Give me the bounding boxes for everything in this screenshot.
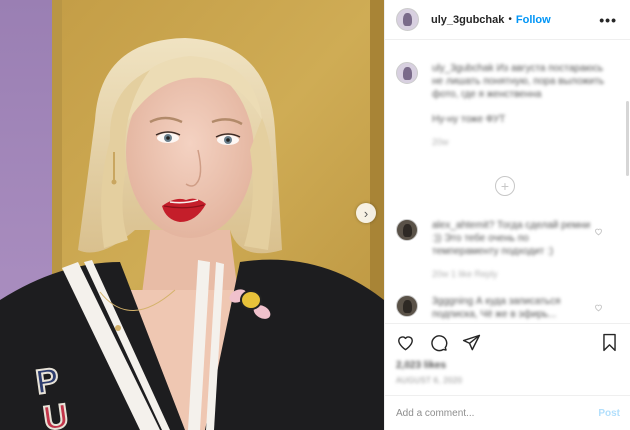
post-comment-button[interactable]: Post bbox=[598, 408, 620, 419]
comment-icon[interactable] bbox=[429, 333, 448, 352]
add-circle-icon: + bbox=[500, 178, 510, 194]
commenter-avatar[interactable] bbox=[396, 295, 418, 317]
comment-meta: 20w 1 like Reply bbox=[432, 269, 498, 279]
post-side-panel: uly_3gubchak • Follow ••• uly_3gubchak И… bbox=[384, 0, 630, 430]
comment-input[interactable] bbox=[396, 408, 586, 419]
follow-button[interactable]: Follow bbox=[516, 14, 551, 26]
comment-text: 3gggning А куда записаться подписка, Чё … bbox=[432, 296, 561, 320]
posted-date: AUGUST 6, 2020 bbox=[396, 376, 463, 385]
likes-count[interactable]: 2,023 likes bbox=[396, 360, 446, 371]
caption-text: uly_3gubchak Из августа постараюсь не ли… bbox=[432, 63, 605, 100]
more-options-icon[interactable]: ••• bbox=[599, 12, 617, 28]
post-actions: 2,023 likes AUGUST 6, 2020 Post bbox=[385, 323, 630, 430]
commenter-avatar[interactable] bbox=[396, 219, 418, 241]
chevron-right-icon: › bbox=[363, 205, 369, 221]
comments-scrollbar[interactable] bbox=[626, 101, 629, 176]
post-header: uly_3gubchak • Follow ••• bbox=[385, 0, 630, 40]
bookmark-icon[interactable] bbox=[601, 333, 618, 352]
post-photo: P U › bbox=[0, 0, 384, 430]
comments-list[interactable]: uly_3gubchak Из августа постараюсь не ли… bbox=[385, 41, 630, 323]
load-more-comments-button[interactable]: + bbox=[495, 176, 515, 196]
share-icon[interactable] bbox=[462, 333, 481, 352]
caption-comment: uly_3gubchak Из августа постараюсь не ли… bbox=[396, 62, 612, 149]
heart-icon[interactable] bbox=[396, 333, 415, 352]
author-username[interactable]: uly_3gubchak bbox=[431, 14, 504, 26]
photo-illustration: P U bbox=[0, 0, 384, 430]
action-icons bbox=[396, 333, 481, 352]
comment-like-icon[interactable] bbox=[594, 227, 603, 236]
comment-composer: Post bbox=[385, 395, 630, 430]
next-photo-button[interactable]: › bbox=[356, 203, 376, 223]
comment-like-icon[interactable] bbox=[594, 303, 603, 312]
caption-avatar[interactable] bbox=[396, 62, 418, 84]
comment-text: alex_ahtemit? Тогда сделай ремни :)) Это… bbox=[432, 220, 591, 257]
separator-dot: • bbox=[508, 14, 512, 25]
comment-item: 3gggning А куда записаться подписка, Чё … bbox=[396, 295, 621, 321]
caption-meta: 20w bbox=[432, 137, 449, 147]
comment-item: alex_ahtemit? Тогда сделай ремни :)) Это… bbox=[396, 219, 621, 281]
author-avatar[interactable] bbox=[396, 8, 419, 31]
caption-subtext: Ну-ну тоже ФУТ bbox=[432, 114, 506, 125]
